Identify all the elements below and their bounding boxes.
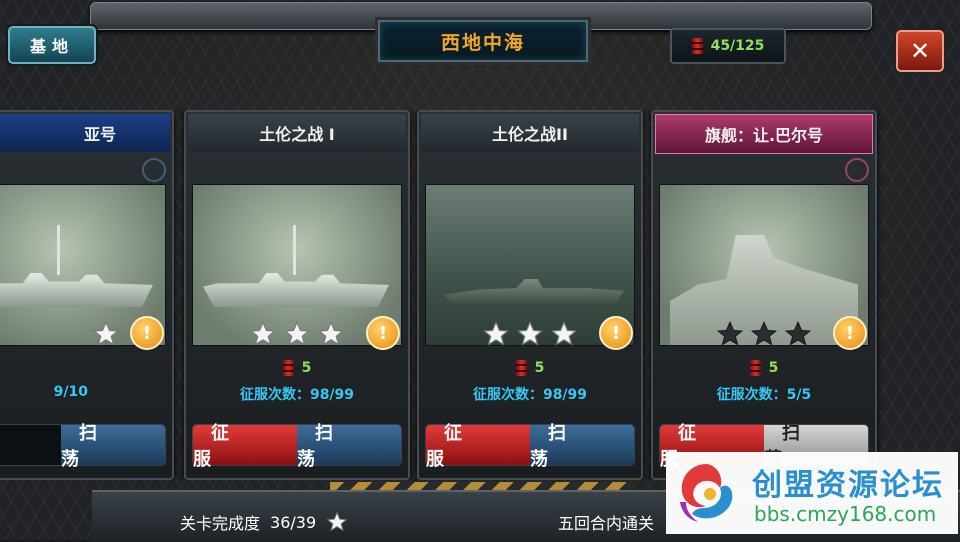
alert-icon[interactable]: ! [833, 316, 867, 350]
fuel-icon [691, 38, 703, 54]
action-buttons: 征 服 扫 荡 [192, 423, 402, 470]
alert-icon[interactable]: ! [599, 316, 633, 350]
star-icon [516, 320, 544, 346]
fuel-cost: 5 [419, 360, 641, 376]
watermark: 创盟资源论坛 bbs.cmzy168.com [666, 452, 958, 534]
action-buttons: 征 服 扫 荡 [425, 423, 635, 470]
conquer-button[interactable]: 征 服 [193, 423, 297, 470]
region-title: 西地中海 [440, 31, 525, 54]
fuel-icon [749, 360, 761, 376]
alert-icon[interactable]: ! [130, 316, 164, 350]
region-title-plate: 西地中海 [378, 20, 588, 62]
watermark-title: 创盟资源论坛 [752, 468, 944, 503]
star-icon [249, 320, 277, 346]
stage-title: 旗舰：让.巴尔号 [704, 126, 824, 145]
sweep-button[interactable]: 扫 荡 [530, 423, 634, 470]
bonus-condition: 五回合内通关 [558, 514, 655, 533]
fuel-cost: 5 [653, 360, 875, 376]
fuel-cost: 5 [186, 360, 408, 376]
watermark-logo [680, 464, 733, 522]
close-icon: ✕ [909, 37, 931, 65]
base-button[interactable]: 基地 [8, 26, 96, 64]
stage-progress: 关卡完成度 36/39 [180, 510, 348, 534]
stage-title-plate: 土伦之战 I [188, 114, 406, 152]
sweep-button[interactable]: 扫 荡 [61, 423, 165, 470]
star-icon [750, 320, 778, 346]
star-icon [550, 320, 578, 346]
conquer-count: 征服次数：98/99 [472, 387, 588, 403]
conquer-count: 9/10 [53, 384, 88, 400]
fuel-cost-value: 5 [301, 360, 312, 376]
star-icon [716, 320, 744, 346]
sweep-button[interactable]: 扫 荡 [297, 423, 401, 470]
star-icon [326, 511, 348, 532]
star-icon [317, 320, 345, 346]
fuel-cost-value: 5 [534, 360, 545, 376]
progress-value: 36/39 [270, 512, 317, 532]
stage-card[interactable]: 旗舰：让.巴尔号 ! 5 征服次数：5/5 征 服 扫 荡 [651, 110, 877, 480]
energy-counter: 45/125 [670, 28, 786, 64]
stage-title: 亚号 [83, 125, 116, 144]
stage-card[interactable]: 土伦之战 I ! 5 征服次数：98/99 征 服 扫 荡 [184, 110, 410, 480]
fuel-icon [282, 360, 294, 376]
stage-title-plate: 旗舰：让.巴尔号 [655, 114, 873, 154]
flagship-emblem-icon [845, 158, 869, 182]
stage-title: 土伦之战II [492, 125, 568, 144]
conquer-count: 征服次数：5/5 [716, 387, 812, 403]
fuel-cost-value: 5 [768, 360, 779, 376]
watermark-url: bbs.cmzy168.com [754, 502, 937, 526]
fuel-icon [515, 360, 527, 376]
close-button[interactable]: ✕ [896, 30, 944, 72]
stage-card[interactable]: 土伦之战II ! 5 征服次数：98/99 征 服 扫 荡 [417, 110, 643, 480]
stage-title: 土伦之战 I [259, 125, 335, 144]
stage-card[interactable]: 亚号 ! 9/10 扫 荡 [0, 110, 174, 480]
energy-value: 45/125 [710, 38, 765, 54]
star-icon [283, 320, 311, 346]
conquer-count: 征服次数：98/99 [239, 387, 355, 403]
star-icon [784, 320, 812, 346]
stage-title-plate: 亚号 [0, 114, 170, 152]
progress-label: 关卡完成度 [180, 514, 261, 533]
star-icon [92, 320, 120, 346]
conquer-button[interactable]: 征 服 [426, 423, 530, 470]
stage-title-plate: 土伦之战II [421, 114, 639, 152]
stage-carousel[interactable]: 亚号 ! 9/10 扫 荡 土伦之战 I ! 5 征服次数：98/99 征 服 … [0, 110, 960, 480]
laurel-icon [142, 158, 166, 182]
alert-icon[interactable]: ! [366, 316, 400, 350]
star-icon [482, 320, 510, 346]
action-buttons: 扫 荡 [0, 423, 166, 470]
